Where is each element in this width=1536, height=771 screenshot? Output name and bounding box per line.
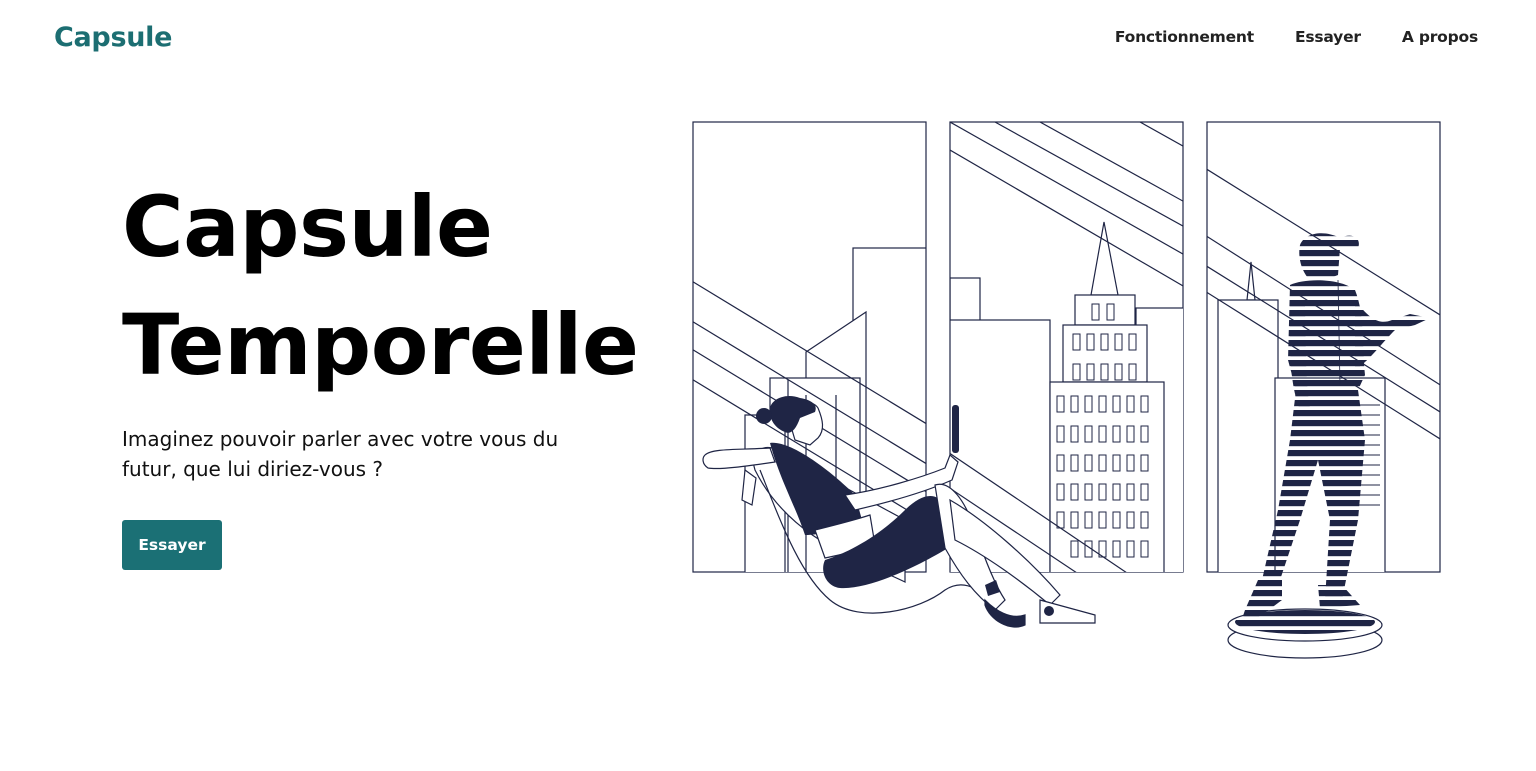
hero-title-line-2: Temporelle xyxy=(122,296,639,394)
brand-logo[interactable]: Capsule xyxy=(54,22,172,53)
try-button[interactable]: Essayer xyxy=(122,520,222,570)
window-panel-middle xyxy=(949,121,1184,573)
hero-subtitle: Imaginez pouvoir parler avec votre vous … xyxy=(122,427,559,481)
main-nav: Fonctionnement Essayer A propos xyxy=(1115,28,1478,46)
hero-illustration xyxy=(692,121,1441,659)
nav-link-essayer[interactable]: Essayer xyxy=(1295,28,1361,46)
nav-link-fonctionnement[interactable]: Fonctionnement xyxy=(1115,28,1254,46)
nav-link-a-propos[interactable]: A propos xyxy=(1402,28,1478,46)
hero-title: Capsule Temporelle xyxy=(122,168,639,404)
hero-title-line-1: Capsule xyxy=(122,178,493,276)
